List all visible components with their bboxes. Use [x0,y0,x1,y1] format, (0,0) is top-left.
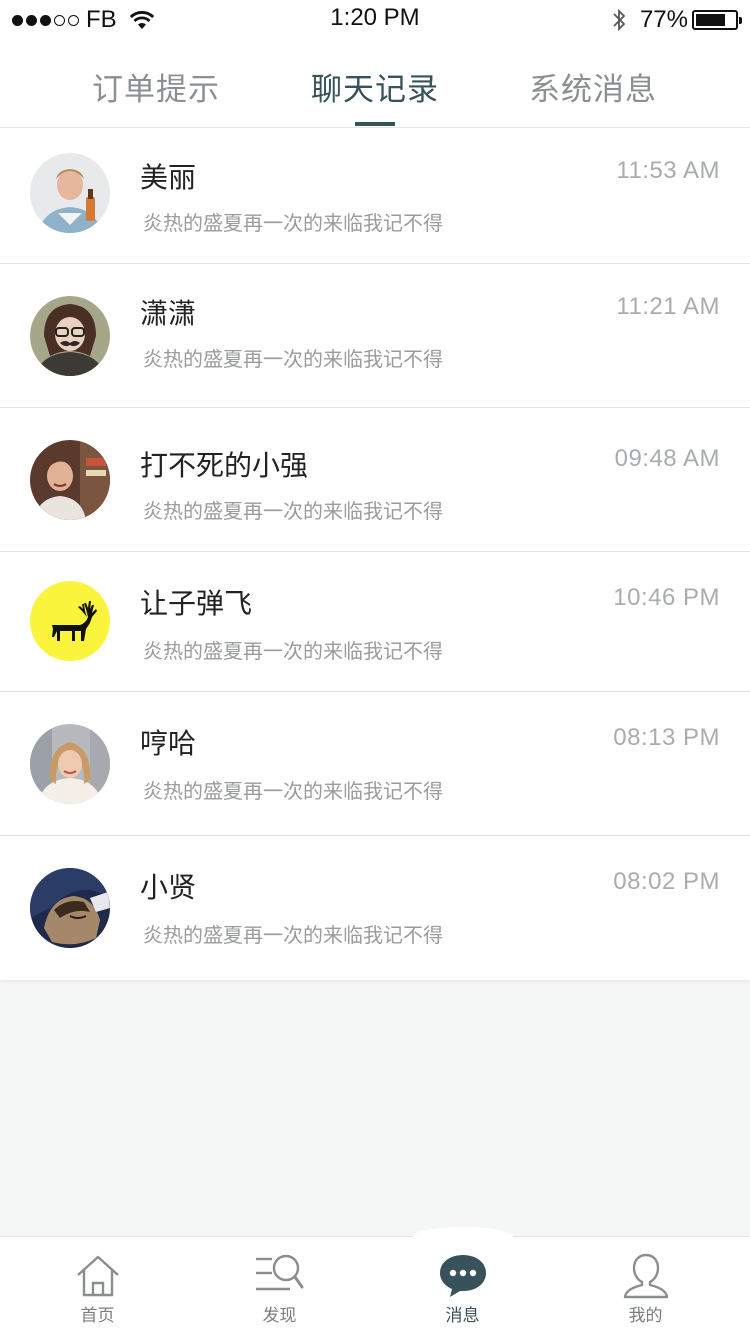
tabbar-discover[interactable]: 发现 [186,1237,373,1334]
avatar [30,581,110,661]
chat-time: 09:48 AM [614,445,720,472]
tabbar-label: 发现 [262,1306,297,1326]
chat-name: 让子弹飞 [140,587,253,620]
chat-list-item[interactable]: 让子弹飞 10:46 PM 炎热的盛夏再一次的来临我记不得 [0,552,750,692]
active-tab-indicator [355,122,395,126]
chat-list-item[interactable]: 美丽 11:53 AM 炎热的盛夏再一次的来临我记不得 [0,128,750,264]
chat-name: 美丽 [140,161,197,194]
chat-name: 哼哈 [140,727,197,760]
chat-name: 打不死的小强 [140,449,309,482]
battery-percent: 77% [639,6,688,33]
chat-preview: 炎热的盛夏再一次的来临我记不得 [143,347,443,371]
tabbar-messages[interactable]: 消息 [369,1237,556,1334]
tab-chat-history[interactable]: 聊天记录 [275,64,475,109]
avatar [30,440,110,520]
chat-preview: 炎热的盛夏再一次的来临我记不得 [143,779,443,803]
chat-list-item[interactable]: 哼哈 08:13 PM 炎热的盛夏再一次的来临我记不得 [0,692,750,836]
battery-icon [692,10,742,30]
battery-fill [696,14,726,26]
status-bar: FB 1:20 PM 77% [0,0,750,40]
profile-icon [623,1253,668,1299]
chat-list-item[interactable]: 潇潇 11:21 AM 炎热的盛夏再一次的来临我记不得 [0,264,750,408]
avatar [30,868,110,948]
chat-time: 10:46 PM [613,584,720,611]
chat-preview: 炎热的盛夏再一次的来临我记不得 [143,639,443,663]
discover-icon [255,1254,303,1291]
avatar [30,296,110,376]
tabbar-profile[interactable]: 我的 [552,1237,739,1334]
chat-preview: 炎热的盛夏再一次的来临我记不得 [143,211,443,235]
battery-area: 77% [612,6,742,34]
chat-time: 08:13 PM [613,724,720,751]
tabbar-label: 首页 [80,1306,115,1326]
avatar [30,153,110,233]
avatar [30,724,110,804]
tabbar-label: 消息 [445,1306,480,1326]
chat-time: 08:02 PM [613,868,720,895]
chat-name: 小贤 [140,871,197,904]
bluetooth-icon [613,8,626,32]
bottom-tab-bar: 首页 发现 消息 我的 [0,1227,750,1334]
chat-bubble-icon [439,1255,486,1297]
segmented-tabs: 订单提示 聊天记录 系统消息 [0,40,750,128]
tabbar-home[interactable]: 首页 [4,1237,191,1334]
tab-system-messages[interactable]: 系统消息 [493,64,693,109]
chat-time: 11:21 AM [616,293,720,320]
chat-list-item[interactable]: 小贤 08:02 PM 炎热的盛夏再一次的来临我记不得 [0,836,750,980]
chat-list-item[interactable]: 打不死的小强 09:48 AM 炎热的盛夏再一次的来临我记不得 [0,408,750,552]
chat-name: 潇潇 [140,297,197,330]
chat-time: 11:53 AM [616,157,720,184]
tab-order-notices[interactable]: 订单提示 [56,64,256,109]
chat-preview: 炎热的盛夏再一次的来临我记不得 [143,923,443,947]
home-icon [76,1255,119,1297]
chat-list: 美丽 11:53 AM 炎热的盛夏再一次的来临我记不得 潇潇 11:21 AM … [0,128,750,980]
tabbar-label: 我的 [628,1306,663,1326]
chat-preview: 炎热的盛夏再一次的来临我记不得 [143,499,443,523]
